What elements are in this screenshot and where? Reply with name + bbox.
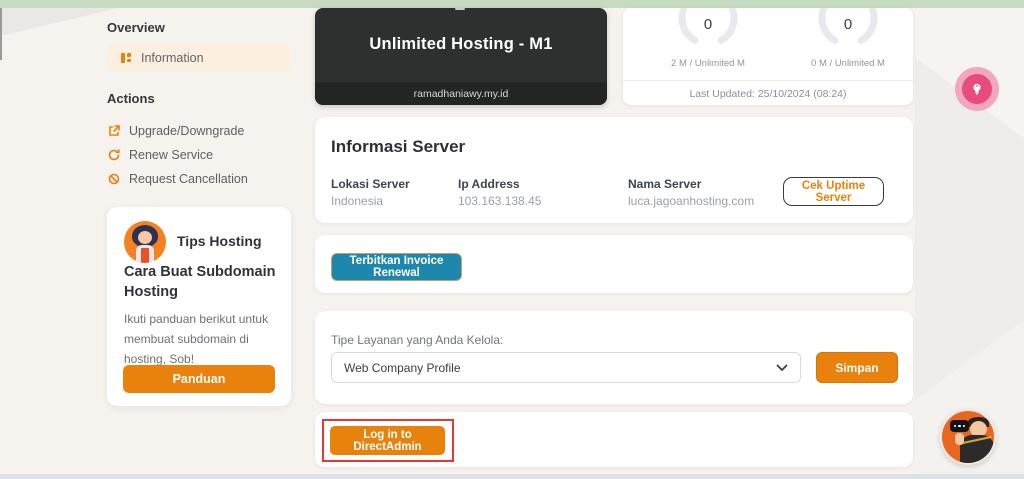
sidebar-item-request-cancellation[interactable]: Request Cancellation [107,170,291,187]
gauge-value: 0 [843,16,853,33]
external-arrow-icon [107,124,120,137]
usage-stats-card: 0 0 2 M / Unlimited M 0 M / Unlimited M … [623,8,913,105]
plan-title: Unlimited Hosting - M1 [369,35,553,53]
simpan-button[interactable]: Simpan [816,352,898,383]
service-type-select[interactable]: Web Company Profile [331,352,801,383]
tips-card-heading: Cara Buat Subdomain Hosting [124,264,276,301]
help-floating-button[interactable] [955,67,999,111]
left-corner-wedge [0,8,118,36]
refresh-icon [107,148,120,161]
tips-card-body: Ikuti panduan berikut untuk membuat subd… [124,312,269,366]
actions-heading: Actions [107,91,155,106]
field-label: Lokasi Server [331,177,410,191]
terbitkan-invoice-renewal-button[interactable]: Terbitkan Invoice Renewal [331,253,462,281]
avatar-tee [141,248,149,263]
field-label: Nama Server [628,177,702,191]
last-updated-text: Last Updated: 25/10/2024 (08:24) [689,88,847,100]
top-green-strip [0,0,1024,8]
tips-card-title: Tips Hosting [177,233,262,249]
sidebar-item-label: Renew Service [129,147,214,162]
avatar-face [138,231,152,244]
plan-domain: ramadhaniawy.my.id [413,87,509,100]
selected-option: Web Company Profile [344,360,461,375]
kanban-icon [119,52,132,65]
server-info-title: Informasi Server [331,137,466,156]
directadmin-card: Log in to DirectAdmin [315,412,913,467]
left-edge-line [0,8,2,60]
field-value: 103.163.138.45 [458,194,542,208]
tips-hosting-card: Tips Hosting Cara Buat Subdomain Hosting… [107,207,291,406]
assistant-avatar-widget[interactable] [940,409,996,465]
service-type-card: Tipe Layanan yang Anda Kelola: Web Compa… [315,311,913,404]
server-info-card: Informasi Server Lokasi Server Indonesia… [315,117,913,223]
service-type-label: Tipe Layanan yang Anda Kelola: [331,333,504,347]
field-value: luca.jagoanhosting.com [628,194,755,208]
bottom-strip [0,474,1024,479]
sidebar-item-renew-service[interactable]: Renew Service [107,146,291,163]
sidebar-item-label: Upgrade/Downgrade [129,123,245,138]
sidebar-item-upgrade-downgrade[interactable]: Upgrade/Downgrade [107,122,291,139]
gauge-value: 0 [703,16,713,33]
renewal-invoice-card: Terbitkan Invoice Renewal [315,235,913,293]
field-label: Ip Address [458,177,520,191]
field-value: Indonesia [331,194,384,208]
help-button-inner [962,74,992,104]
divider [623,80,913,81]
gauge-label: 0 M / Unlimited M [811,58,885,69]
plan-footer: ramadhaniawy.my.id [315,82,607,105]
ban-icon [107,172,120,185]
sidebar-item-label: Request Cancellation [129,171,248,186]
avatar-waving-hand [955,433,964,445]
sidebar-item-information[interactable]: Information [107,44,291,72]
chevron-down-icon [776,364,788,372]
lightbulb-icon [970,82,984,96]
speech-bubble-icon [950,420,969,432]
gauge-label: 2 M / Unlimited M [671,58,745,69]
cek-uptime-server-button[interactable]: Cek Uptime Server [783,177,884,206]
panduan-button[interactable]: Panduan [123,365,275,393]
login-directadmin-button[interactable]: Log in to DirectAdmin [330,426,445,455]
overview-heading: Overview [107,20,165,35]
clipped-text-artifact [455,8,465,10]
tips-avatar [124,221,166,263]
sidebar-item-label: Information [141,51,204,65]
hosting-plan-card: Unlimited Hosting - M1 ramadhaniawy.my.i… [315,8,607,105]
